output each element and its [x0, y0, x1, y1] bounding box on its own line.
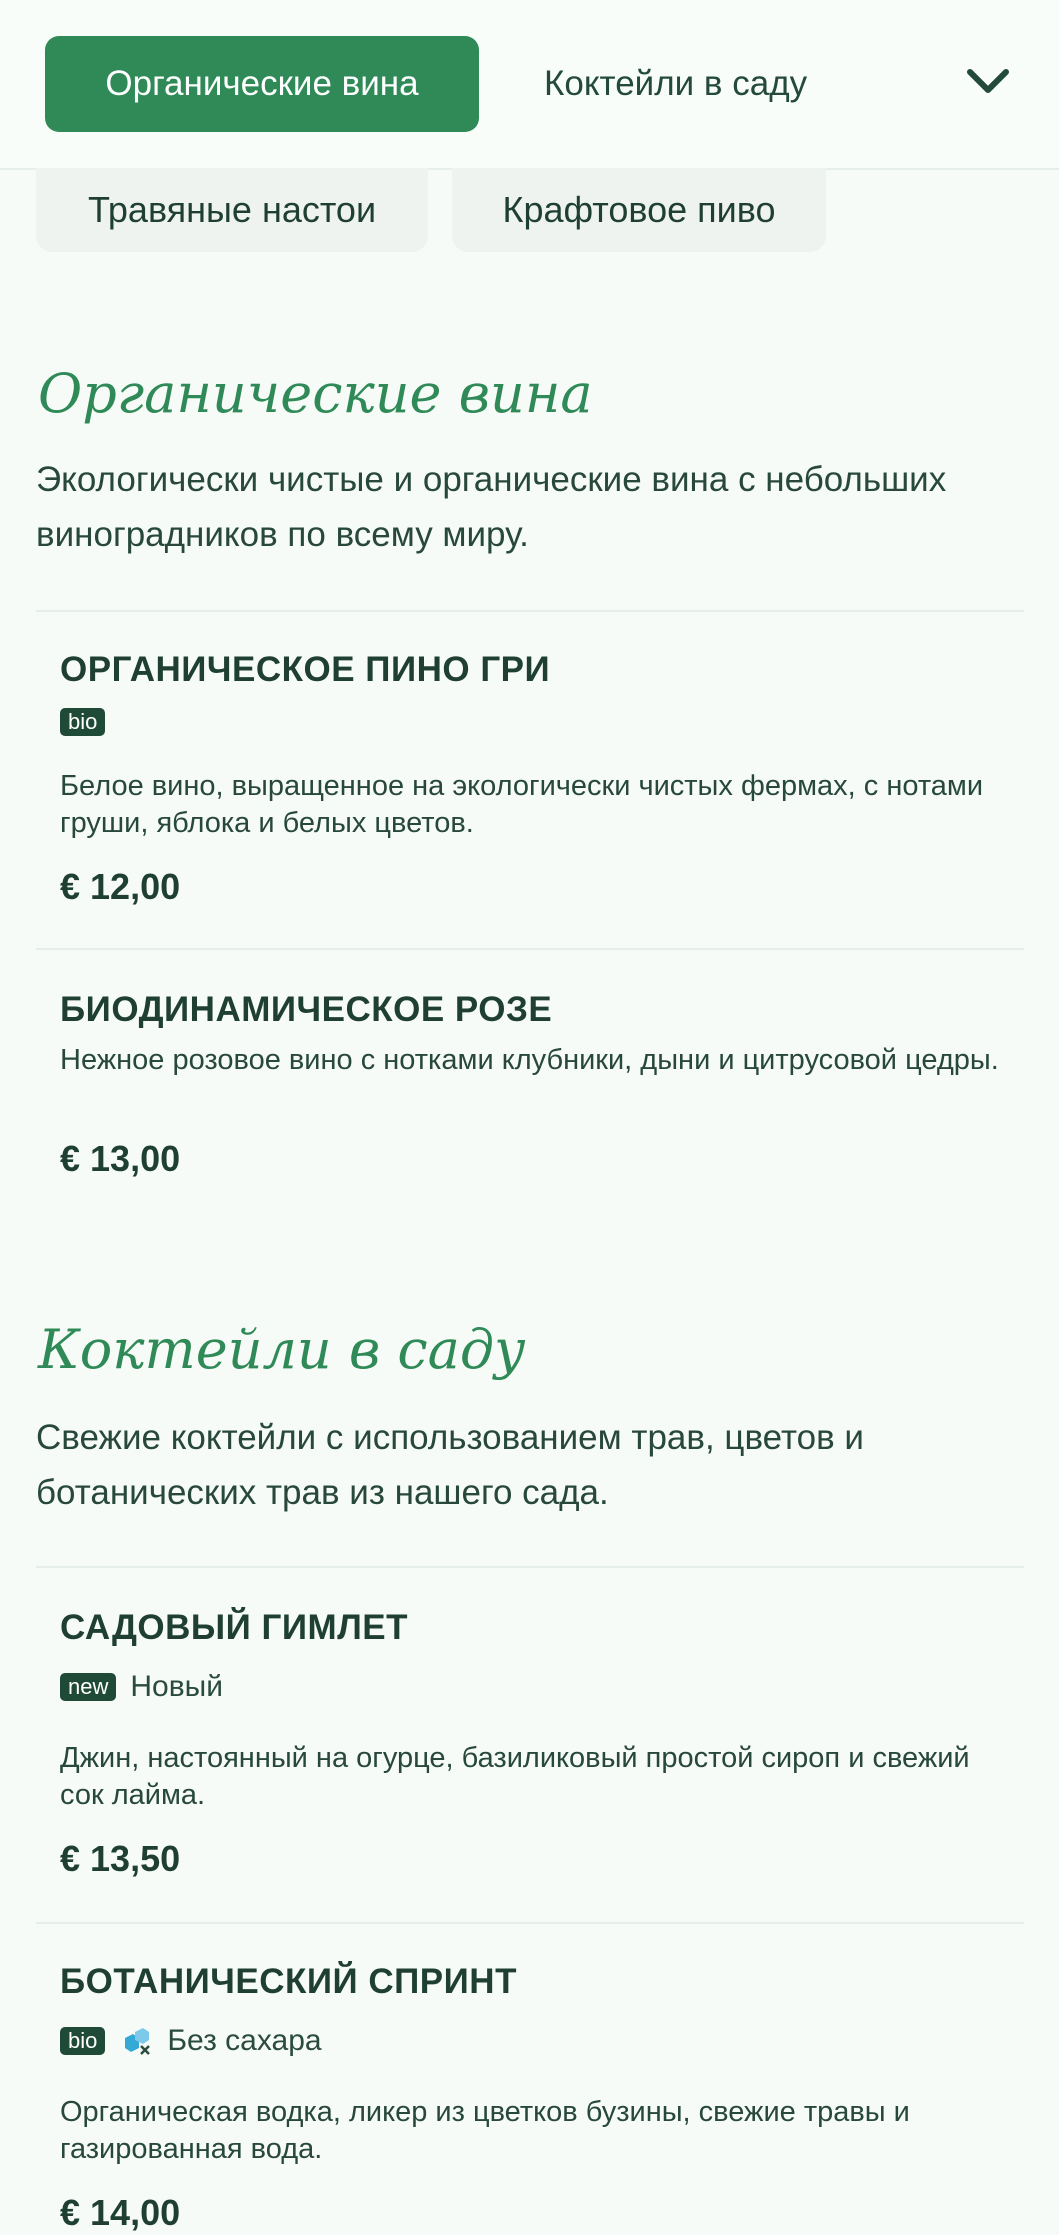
divider	[36, 1922, 1024, 1924]
item-badges: bio Без сахара	[60, 2024, 322, 2058]
item-name: САДОВЫЙ ГИМЛЕТ	[60, 1608, 408, 1647]
badge-label: Без сахара	[167, 2024, 322, 2057]
item-price: € 13,50	[60, 1838, 181, 1879]
item-description: Белое вино, выращенное на экологически ч…	[60, 770, 984, 839]
section-title: Коктейли в саду	[38, 1318, 526, 1381]
category-nav: Органические вина Коктейли в саду	[0, 0, 1059, 170]
divider	[36, 948, 1024, 950]
item-badges: new Новый	[60, 1670, 223, 1704]
chip-herbal-infusions[interactable]: Травяные настои	[36, 168, 428, 252]
sugar-free-icon	[125, 2028, 151, 2055]
item-description: Нежное розовое вино с нотками клубники, …	[60, 1044, 999, 1076]
section-description: Экологически чистые и органические вина …	[36, 460, 947, 554]
item-badges: bio	[60, 708, 106, 736]
section-description: Свежие коктейли с использованием трав, ц…	[36, 1418, 864, 1512]
new-badge: new	[60, 1673, 117, 1701]
item-price: € 14,00	[60, 2192, 181, 2233]
section-title: Органические вина	[38, 362, 593, 425]
bio-badge: bio	[60, 708, 106, 736]
tab-garden-cocktails[interactable]: Коктейли в саду	[544, 36, 807, 132]
badge-label: Новый	[130, 1670, 223, 1703]
chevron-down-icon[interactable]	[962, 62, 1014, 102]
tab-organic-wines[interactable]: Органические вина	[45, 36, 479, 132]
item-name: БОТАНИЧЕСКИЙ СПРИНТ	[60, 1962, 517, 2001]
item-price: € 12,00	[60, 866, 181, 907]
item-description: Органическая водка, ликер из цветков буз…	[60, 2096, 910, 2165]
divider	[36, 610, 1024, 612]
item-description: Джин, настоянный на огурце, базиликовый …	[60, 1742, 970, 1811]
item-name: ОРГАНИЧЕСКОЕ ПИНО ГРИ	[60, 650, 551, 689]
item-price: € 13,00	[60, 1138, 181, 1179]
chip-craft-beer[interactable]: Крафтовое пиво	[452, 168, 826, 252]
bio-badge: bio	[60, 2027, 106, 2055]
item-name: БИОДИНАМИЧЕСКОЕ РОЗЕ	[60, 990, 553, 1029]
divider	[36, 1566, 1024, 1568]
